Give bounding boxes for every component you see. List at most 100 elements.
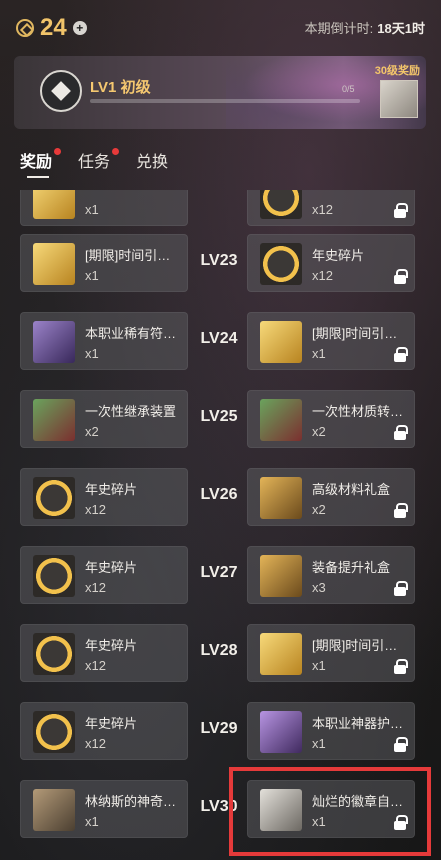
tab-tasks[interactable]: 任务	[78, 148, 120, 172]
reward-name: 年史碎片	[85, 560, 138, 575]
free-reward-card[interactable]: 年史碎片 x12	[20, 468, 188, 526]
free-reward-card[interactable]: 年史碎片 x12	[20, 546, 188, 604]
coin-balance: 24 +	[16, 14, 87, 42]
tab-rewards[interactable]: 奖励	[20, 148, 62, 172]
reward-item-icon	[33, 555, 75, 597]
milestone-reward-label: 30级奖励	[374, 65, 420, 77]
reward-name: 高级材料礼盒	[312, 482, 391, 497]
reward-quantity: x12	[312, 202, 333, 217]
lock-icon	[394, 659, 408, 675]
reward-quantity: x12	[85, 658, 106, 673]
tab-label: 任务	[78, 154, 111, 171]
reward-name: 年史碎片	[312, 248, 365, 263]
reward-item-icon	[260, 190, 302, 219]
reward-quantity: x12	[85, 736, 106, 751]
reward-item-icon	[260, 321, 302, 363]
lock-icon	[394, 203, 408, 219]
reward-item-icon	[33, 633, 75, 675]
reward-item-icon	[33, 477, 75, 519]
reward-name: 林纳斯的神奇…	[85, 794, 177, 809]
premium-reward-card[interactable]: x12	[247, 190, 415, 226]
level-label: LV27	[200, 564, 238, 581]
free-reward-card[interactable]: 年史碎片 x12	[20, 624, 188, 682]
coin-count: 24	[40, 13, 67, 41]
reward-quantity: x1	[85, 268, 99, 283]
reward-row: 年史碎片 x12 装备提升礼盒 x3 LV27	[0, 546, 441, 606]
level-label: LV23	[200, 252, 238, 269]
reward-name: 年史碎片	[85, 716, 138, 731]
premium-reward-card[interactable]: 年史碎片 x12	[247, 234, 415, 292]
reward-item-icon	[33, 711, 75, 753]
level-progress-bar	[90, 99, 360, 103]
level-title: LV1 初级	[90, 79, 151, 96]
reward-item-icon	[260, 555, 302, 597]
free-reward-card[interactable]: [期限]时间引… x1	[20, 234, 188, 292]
compass-icon	[40, 70, 82, 112]
reward-row: 年史碎片 x12 高级材料礼盒 x2 LV26	[0, 468, 441, 528]
reward-quantity: x2	[312, 502, 326, 517]
lock-icon	[394, 347, 408, 363]
tab-bar: 奖励 任务 兑换	[20, 148, 168, 172]
reward-quantity: x2	[312, 424, 326, 439]
milestone-reward-thumbnail[interactable]	[380, 80, 418, 118]
tab-exchange[interactable]: 兑换	[136, 148, 168, 172]
reward-quantity: x2	[85, 424, 99, 439]
premium-reward-card[interactable]: 装备提升礼盒 x3	[247, 546, 415, 604]
reward-row: 本职业稀有符… x1 [期限]时间引… x1 LV24	[0, 312, 441, 372]
free-reward-card[interactable]: 一次性继承装置 x2	[20, 390, 188, 448]
countdown-label: 本期倒计时:	[304, 21, 374, 36]
reward-name: 本职业稀有符…	[85, 326, 177, 341]
add-coin-icon[interactable]: +	[72, 20, 87, 35]
reward-row: 年史碎片 x12 本职业神器护… x1 LV29	[0, 702, 441, 762]
reward-item-icon	[33, 789, 75, 831]
highlight-box	[229, 767, 431, 856]
reward-item-icon	[260, 399, 302, 441]
tab-label: 奖励	[20, 154, 53, 171]
premium-reward-card[interactable]: 本职业神器护… x1	[247, 702, 415, 760]
reward-quantity: x12	[312, 268, 333, 283]
level-label: LV28	[200, 642, 238, 659]
free-reward-card[interactable]: 林纳斯的神奇… x1	[20, 780, 188, 838]
premium-reward-card[interactable]: [期限]时间引… x1	[247, 312, 415, 370]
level-label: LV24	[200, 330, 238, 347]
premium-reward-card[interactable]: 一次性材质转… x2	[247, 390, 415, 448]
reward-name: [期限]时间引…	[312, 326, 398, 341]
level-label: LV25	[200, 408, 238, 425]
free-reward-card[interactable]: 本职业稀有符… x1	[20, 312, 188, 370]
reward-name: 年史碎片	[85, 638, 138, 653]
reward-item-icon	[33, 321, 75, 363]
active-tab-indicator	[27, 176, 49, 178]
reward-quantity: x12	[85, 580, 106, 595]
reward-name: [期限]时间引…	[312, 638, 398, 653]
free-reward-card[interactable]: x1	[20, 190, 188, 226]
reward-name: 一次性材质转…	[312, 404, 404, 419]
premium-reward-card[interactable]: 高级材料礼盒 x2	[247, 468, 415, 526]
notification-dot	[112, 148, 120, 155]
reward-track-list[interactable]: x1 x12 [期限]时间引… x1 年史碎片 x12 LV23 本职业稀有符… x1 [期限]时…	[0, 190, 441, 860]
notification-dot	[54, 148, 62, 155]
reward-item-icon	[260, 477, 302, 519]
level-label: LV26	[200, 486, 238, 503]
lock-icon	[394, 737, 408, 753]
lock-icon	[394, 503, 408, 519]
level-label: LV29	[200, 720, 238, 737]
premium-reward-card[interactable]: [期限]时间引… x1	[247, 624, 415, 682]
reward-name: [期限]时间引…	[85, 248, 171, 263]
reward-quantity: x1	[312, 658, 326, 673]
reward-item-icon	[260, 243, 302, 285]
reward-quantity: x1	[312, 346, 326, 361]
season-countdown: 本期倒计时: 18天1时	[305, 18, 425, 37]
reward-item-icon	[33, 243, 75, 285]
coin-icon	[16, 18, 34, 37]
reward-item-icon	[260, 633, 302, 675]
reward-quantity: x12	[85, 502, 106, 517]
level-banner: LV1 初级 0/5 30级奖励	[14, 56, 426, 129]
reward-row: 年史碎片 x12 [期限]时间引… x1 LV28	[0, 624, 441, 684]
reward-name: 一次性继承装置	[85, 404, 177, 419]
reward-item-icon	[33, 190, 75, 219]
reward-item-icon	[260, 711, 302, 753]
level-progress-text: 0/5	[342, 84, 355, 94]
free-reward-card[interactable]: 年史碎片 x12	[20, 702, 188, 760]
reward-name: 本职业神器护…	[312, 716, 404, 731]
reward-name: 装备提升礼盒	[312, 560, 391, 575]
